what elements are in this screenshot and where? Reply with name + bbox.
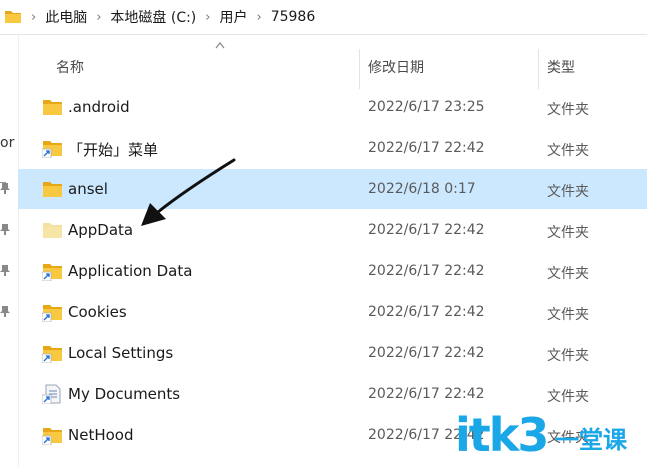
breadcrumb-item[interactable]: 用户 [219, 7, 247, 27]
sort-ascending-icon [215, 42, 225, 49]
breadcrumb: › 此电脑 › 本地磁盘 (C:) › 用户 › 75986 [22, 0, 315, 34]
file-name: 「开始」菜单 [68, 141, 159, 159]
file-date-modified: 2022/6/17 22:42 [368, 345, 485, 361]
column-divider[interactable] [538, 49, 539, 89]
folder-icon [5, 11, 21, 23]
file-type: 文件夹 [547, 143, 589, 159]
breadcrumb-item[interactable]: 本地磁盘 (C:) [110, 7, 196, 27]
pin-icon[interactable] [0, 305, 10, 317]
file-type: 文件夹 [547, 225, 589, 241]
navigation-pane[interactable]: or [0, 35, 19, 466]
shortcut-folder-icon [41, 343, 64, 364]
breadcrumb-item[interactable]: 此电脑 [45, 7, 87, 27]
file-name: Application Data [68, 262, 193, 280]
pin-icon[interactable] [0, 182, 10, 194]
folder-icon [42, 97, 64, 117]
breadcrumb-item[interactable]: 75986 [271, 9, 316, 25]
file-row[interactable]: Application Data 2022/6/17 22:42 文件夹 [18, 251, 647, 291]
shortcut-folder-icon [41, 261, 64, 282]
column-divider[interactable] [359, 49, 360, 89]
address-bar[interactable]: › 此电脑 › 本地磁盘 (C:) › 用户 › 75986 [0, 0, 647, 35]
column-date-modified[interactable]: 修改日期 [368, 57, 424, 77]
file-row[interactable]: ansel 2022/6/18 0:17 文件夹 [18, 169, 647, 209]
column-header: 名称 修改日期 类型 [18, 35, 647, 95]
file-name: .android [68, 98, 130, 116]
pin-icon[interactable] [0, 264, 10, 276]
file-type: 文件夹 [547, 348, 589, 364]
file-row[interactable]: Cookies 2022/6/17 22:42 文件夹 [18, 292, 647, 332]
folder-icon [42, 179, 64, 199]
watermark-tagline: 一堂课 [555, 426, 627, 454]
file-name: Local Settings [68, 344, 174, 362]
chevron-right-icon[interactable]: › [96, 10, 101, 25]
file-type: 文件夹 [547, 184, 589, 200]
chevron-right-icon[interactable]: › [256, 10, 261, 25]
file-date-modified: 2022/6/17 22:42 [368, 386, 485, 402]
file-type: 文件夹 [547, 102, 589, 118]
file-date-modified: 2022/6/17 22:42 [368, 263, 485, 279]
file-type: 文件夹 [547, 266, 589, 282]
watermark: itk3 一堂课 [455, 408, 645, 464]
chevron-right-icon[interactable]: › [31, 10, 36, 25]
file-row[interactable]: 「开始」菜单 2022/6/17 22:42 文件夹 [18, 128, 647, 168]
file-date-modified: 2022/6/17 22:42 [368, 304, 485, 320]
file-name: Cookies [68, 303, 127, 321]
file-type: 文件夹 [547, 307, 589, 323]
file-date-modified: 2022/6/17 23:25 [368, 99, 485, 115]
file-name: AppData [68, 221, 134, 239]
file-name: NetHood [68, 426, 134, 444]
file-name: ansel [68, 180, 108, 198]
pin-icon[interactable] [0, 223, 10, 235]
chevron-right-icon[interactable]: › [205, 10, 210, 25]
column-type[interactable]: 类型 [547, 57, 575, 77]
file-name: My Documents [68, 385, 181, 403]
file-date-modified: 2022/6/18 0:17 [368, 181, 476, 197]
column-name[interactable]: 名称 [56, 57, 84, 77]
hidden-folder-icon [42, 220, 64, 240]
file-row[interactable]: .android 2022/6/17 23:25 文件夹 [18, 87, 647, 127]
shortcut-document-icon [41, 384, 64, 405]
file-type: 文件夹 [547, 389, 589, 405]
shortcut-folder-icon [41, 425, 64, 446]
file-date-modified: 2022/6/17 22:42 [368, 140, 485, 156]
file-row[interactable]: Local Settings 2022/6/17 22:42 文件夹 [18, 333, 647, 373]
nav-item-fragment[interactable]: or [0, 135, 14, 151]
shortcut-folder-icon [41, 138, 64, 159]
file-date-modified: 2022/6/17 22:42 [368, 222, 485, 238]
watermark-logo: itk3 [455, 408, 549, 462]
file-row[interactable]: AppData 2022/6/17 22:42 文件夹 [18, 210, 647, 250]
shortcut-folder-icon [41, 302, 64, 323]
